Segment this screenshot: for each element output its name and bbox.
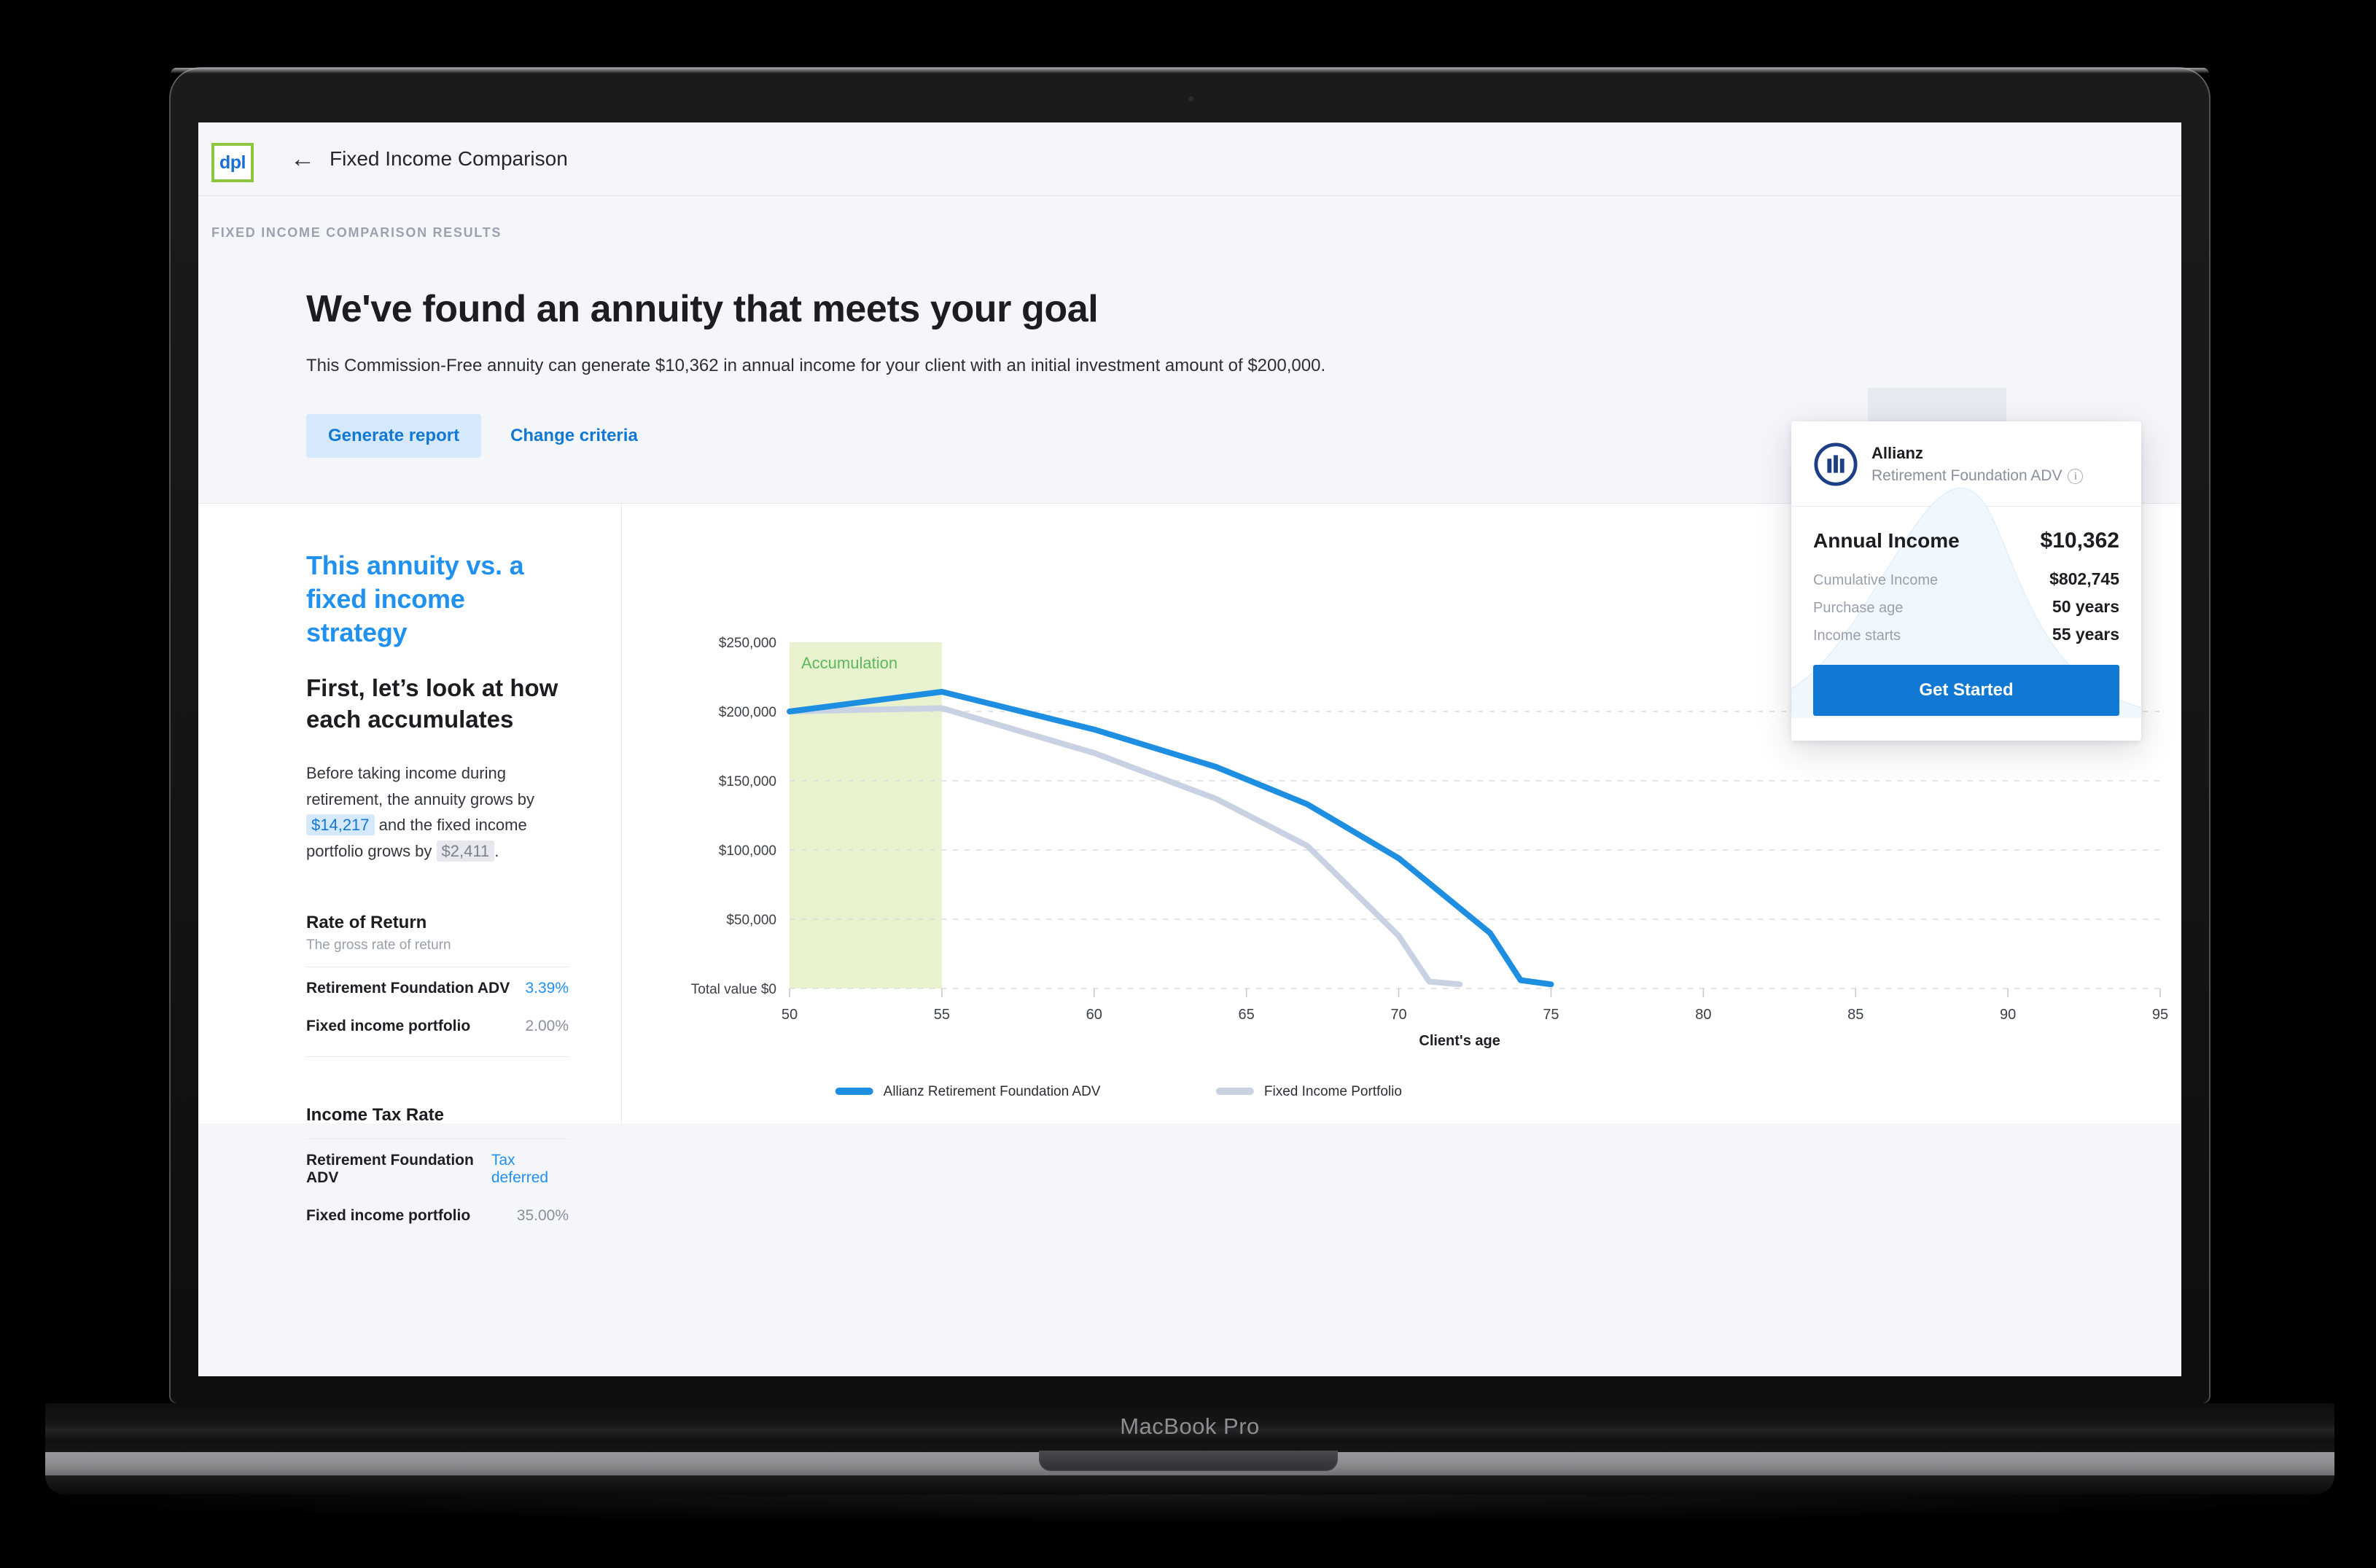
y-axis-tick-label: $150,000 [719,774,776,789]
y-axis-tick-label: Total value $0 [691,982,776,997]
table-row: Fixed income portfolio 35.00% [306,1195,569,1233]
row-value: 35.00% [516,1206,569,1224]
row-label: Retirement Foundation ADV [306,979,510,996]
blurb-part-3: . [494,841,499,860]
product-name: Retirement Foundation ADV [1871,467,2063,484]
get-started-button[interactable]: Get Started [1813,665,2119,716]
sidebar-subtitle: First, let’s look at how each accumulate… [306,674,558,733]
row-value: 3.39% [525,979,569,996]
x-axis-title: Client's age [1419,1033,1500,1049]
x-axis-tick-label: 65 [1239,1007,1255,1023]
sidebar-eyebrow: This annuity vs. a fixed income strategy [306,550,524,648]
x-axis-tick-label: 95 [2152,1007,2168,1023]
metric-row-annual-income: Annual Income $10,362 [1813,528,2119,553]
metric-label: Cumulative Income [1813,572,1939,588]
metric-value: $802,745 [2049,569,2119,588]
table-row: Retirement Foundation ADV 3.39% [306,967,569,1005]
allianz-logo-icon [1814,442,1858,486]
dpl-logo-icon[interactable]: dpl [211,143,254,182]
device-model-label: MacBook Pro [1120,1413,1260,1439]
metric-value: $10,362 [2040,528,2119,553]
metric-label: Income starts [1813,628,1901,644]
product-result-card: Allianz Retirement Foundation ADV i Annu… [1791,421,2141,741]
sidebar-blurb: Before taking income during retirement, … [306,760,569,865]
portfolio-growth-chip: $2,411 [436,840,495,862]
screenshot-stage: dpl ← Fixed Income Comparison FIXED INCO… [0,0,2376,1568]
laptop-base-notch [1039,1451,1338,1471]
page-title: We've found an annuity that meets your g… [306,288,1099,330]
metric-value: 55 years [2052,625,2119,644]
y-axis-tick-label: $200,000 [719,705,776,720]
x-axis-tick-label: 85 [1847,1007,1863,1023]
legend-label: Fixed Income Portfolio [1264,1084,1402,1099]
breadcrumb-title[interactable]: Fixed Income Comparison [330,147,568,171]
metric-row-purchase-age: Purchase age 50 years [1813,597,2119,617]
metric-row-cumulative-income: Cumulative Income $802,745 [1813,569,2119,589]
product-card-titles: Allianz Retirement Foundation ADV i [1871,444,2084,485]
back-arrow-icon[interactable]: ← [290,147,315,171]
product-card-body: Annual Income $10,362 Cumulative Income … [1791,487,2141,741]
income-tax-rate-block: Income Tax Rate Retirement Foundation AD… [306,1105,569,1233]
rate-of-return-block: Rate of Return The gross rate of return … [306,913,569,1057]
change-criteria-button[interactable]: Change criteria [493,414,655,458]
laptop-shadow [0,1494,2376,1524]
row-label: Fixed income portfolio [306,1017,471,1034]
metric-value: 50 years [2052,597,2119,616]
x-axis-tick-label: 60 [1086,1007,1102,1023]
rate-of-return-title: Rate of Return [306,912,427,932]
table-row: Retirement Foundation ADV Tax deferred [306,1139,569,1195]
metric-label: Annual Income [1813,529,1960,552]
x-axis-tick-label: 55 [934,1007,950,1023]
dpl-logo-text: dpl [219,152,246,173]
laptop-lid-highlight [171,68,2209,74]
metric-row-income-starts: Income starts 55 years [1813,625,2119,644]
annuity-growth-chip: $14,217 [306,814,375,836]
x-axis-tick-label: 75 [1543,1007,1559,1023]
info-icon[interactable]: i [2068,468,2084,484]
product-name-row: Retirement Foundation ADV i [1871,467,2084,485]
laptop-base-foot [45,1475,2334,1494]
x-axis-tick-label: 70 [1390,1007,1406,1023]
app-topbar: dpl ← Fixed Income Comparison [198,122,2181,195]
divider [306,1056,569,1057]
legend-swatch [835,1088,873,1095]
accumulation-label: Accumulation [801,654,897,672]
x-axis-tick-label: 90 [2000,1007,2016,1023]
blurb-part-1: Before taking income during retirement, … [306,764,535,808]
section-label: FIXED INCOME COMPARISON RESULTS [211,225,502,240]
laptop-screen: dpl ← Fixed Income Comparison FIXED INCO… [198,122,2181,1376]
row-label: Fixed income portfolio [306,1206,471,1224]
rate-of-return-subtitle: The gross rate of return [306,937,451,953]
carrier-name: Allianz [1871,444,1923,462]
webcam-icon [1188,96,1193,101]
y-axis-tick-label: $50,000 [726,913,776,928]
product-metrics: Annual Income $10,362 Cumulative Income … [1813,528,2119,716]
legend-swatch [1215,1088,1254,1095]
row-value: 2.00% [525,1017,569,1034]
comparison-sidebar: This annuity vs. a fixed income strategy… [198,504,621,1224]
legend-label: Allianz Retirement Foundation ADV [884,1084,1101,1099]
breadcrumb: ← Fixed Income Comparison [290,147,568,171]
product-card-header: Allianz Retirement Foundation ADV i [1791,421,2141,506]
y-axis-tick-label: $250,000 [719,636,776,651]
row-value: Tax deferred [491,1151,549,1186]
income-tax-rate-title: Income Tax Rate [306,1104,444,1125]
x-axis-tick-label: 80 [1695,1007,1711,1023]
table-row: Fixed income portfolio 2.00% [306,1005,569,1043]
metric-label: Purchase age [1813,600,1904,616]
row-label: Retirement Foundation ADV [306,1151,474,1186]
page-subhead: This Commission-Free annuity can generat… [306,356,1326,375]
y-axis-tick-label: $100,000 [719,843,776,859]
app-window: dpl ← Fixed Income Comparison FIXED INCO… [198,122,2181,1376]
x-axis-tick-label: 50 [782,1007,798,1023]
generate-report-button[interactable]: Generate report [306,414,482,458]
